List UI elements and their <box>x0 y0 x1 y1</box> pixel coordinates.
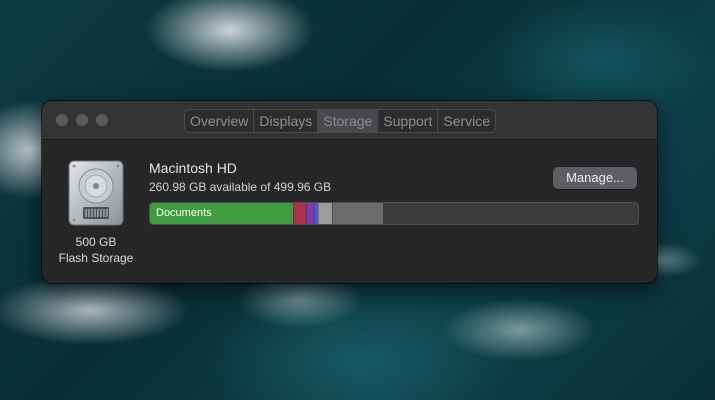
tab-overview[interactable]: Overview <box>185 110 253 132</box>
zoom-button[interactable] <box>96 114 108 126</box>
disk-caption: 500 GB Flash Storage <box>50 234 142 266</box>
about-this-mac-window: Overview Displays Storage Support Servic… <box>42 101 657 283</box>
hard-drive-icon <box>68 160 124 226</box>
storage-segment-segment-gray[interactable] <box>332 203 384 224</box>
window-titlebar: Overview Displays Storage Support Servic… <box>42 101 657 140</box>
storage-segment-segment-gray-light[interactable] <box>317 203 333 224</box>
tab-storage[interactable]: Storage <box>317 110 379 132</box>
tab-support[interactable]: Support <box>378 110 437 132</box>
disk-name: Macintosh HD <box>149 160 237 176</box>
tab-bar: Overview Displays Storage Support Servic… <box>184 109 497 133</box>
storage-bar: Documents <box>149 202 639 225</box>
disk-capacity: 500 GB <box>75 235 117 249</box>
disk-availability: 260.98 GB available of 499.96 GB <box>149 180 332 194</box>
disk-type: Flash Storage <box>58 251 134 265</box>
storage-segment-documents[interactable]: Documents <box>150 203 293 224</box>
tab-displays[interactable]: Displays <box>253 110 317 132</box>
close-button[interactable] <box>56 114 68 126</box>
minimize-button[interactable] <box>76 114 88 126</box>
manage-button[interactable]: Manage... <box>553 167 637 189</box>
storage-segment-label: Documents <box>156 207 212 219</box>
tab-service[interactable]: Service <box>437 110 495 132</box>
storage-pane: 500 GB Flash Storage Macintosh HD 260.98… <box>42 140 657 283</box>
storage-segment-segment-red[interactable] <box>292 203 308 224</box>
